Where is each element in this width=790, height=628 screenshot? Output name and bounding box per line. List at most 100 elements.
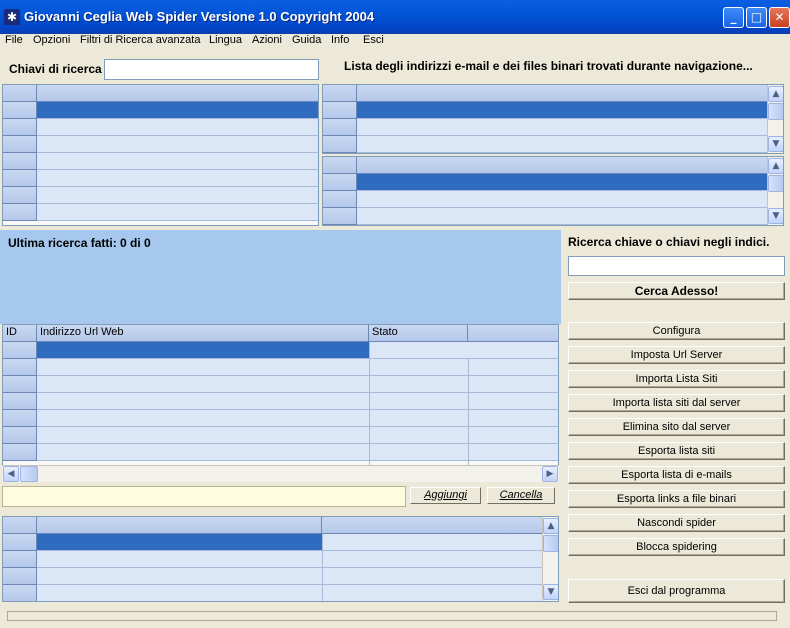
export-emails-button[interactable]: Esporta lista di e-mails: [568, 466, 785, 484]
table-row[interactable]: [369, 342, 558, 359]
table-cell[interactable]: [37, 534, 322, 551]
keys-grid[interactable]: [2, 84, 319, 226]
row-header[interactable]: [3, 342, 37, 359]
scroll-thumb[interactable]: [768, 175, 783, 192]
row-header[interactable]: [323, 174, 357, 191]
table-row[interactable]: [357, 208, 768, 225]
table-row[interactable]: [37, 551, 543, 568]
search-now-button[interactable]: Cerca Adesso!: [568, 282, 785, 300]
import-sites-button[interactable]: Importa Lista Siti: [568, 370, 785, 388]
scroll-right-icon[interactable]: ▶: [542, 466, 558, 482]
add-button[interactable]: Aggiungi: [410, 487, 481, 504]
table-row[interactable]: [37, 187, 318, 204]
table-row[interactable]: [357, 136, 768, 153]
table-row[interactable]: [37, 170, 318, 187]
scroll-thumb[interactable]: [768, 103, 783, 120]
delete-site-server-button[interactable]: Elimina sito dal server: [568, 418, 785, 436]
table-row[interactable]: [37, 393, 558, 410]
scroll-up-icon[interactable]: ▲: [768, 158, 783, 174]
row-header[interactable]: [3, 359, 37, 376]
row-header[interactable]: [3, 170, 37, 187]
column-header-stato[interactable]: Stato: [369, 325, 468, 342]
vertical-scrollbar[interactable]: ▲ ▼: [542, 517, 558, 601]
scroll-up-icon[interactable]: ▲: [543, 518, 558, 534]
import-sites-server-button[interactable]: Importa lista siti dal server: [568, 394, 785, 412]
table-row[interactable]: [37, 444, 558, 461]
menu-filtri[interactable]: Filtri di Ricerca avanzata: [80, 34, 200, 47]
table-row[interactable]: [357, 102, 768, 119]
column-header-extra[interactable]: [468, 325, 558, 342]
column-header[interactable]: [37, 517, 322, 534]
row-header[interactable]: [323, 119, 357, 136]
vertical-scrollbar[interactable]: ▲ ▼: [767, 85, 783, 153]
menu-opzioni[interactable]: Opzioni: [33, 34, 70, 47]
scroll-down-icon[interactable]: ▼: [768, 136, 783, 152]
row-header[interactable]: [3, 444, 37, 461]
results-grid[interactable]: ▲ ▼: [2, 516, 559, 602]
row-header[interactable]: [3, 568, 37, 585]
menu-info[interactable]: Info: [331, 34, 349, 47]
table-row[interactable]: [37, 204, 318, 221]
column-header-url[interactable]: Indirizzo Url Web: [37, 325, 369, 342]
row-header[interactable]: [3, 393, 37, 410]
table-row[interactable]: [357, 191, 768, 208]
table-row[interactable]: [37, 102, 318, 119]
row-header[interactable]: [3, 204, 37, 221]
export-binary-links-button[interactable]: Esporta links a file binari: [568, 490, 785, 508]
close-button[interactable]: ✕: [769, 7, 790, 28]
row-header[interactable]: [3, 119, 37, 136]
table-row[interactable]: [357, 174, 768, 191]
exit-program-button[interactable]: Esci dal programma: [568, 579, 785, 603]
menu-lingua[interactable]: Lingua: [209, 34, 242, 47]
table-row[interactable]: [37, 568, 543, 585]
hide-spider-button[interactable]: Nascondi spider: [568, 514, 785, 532]
search-keys-input[interactable]: [104, 59, 319, 80]
files-grid[interactable]: ▲ ▼: [322, 156, 784, 226]
configure-button[interactable]: Configura: [568, 322, 785, 340]
table-row[interactable]: [357, 119, 768, 136]
column-header[interactable]: [357, 85, 768, 102]
scroll-up-icon[interactable]: ▲: [768, 86, 783, 102]
column-header[interactable]: [357, 157, 768, 174]
menu-azioni[interactable]: Azioni: [252, 34, 282, 47]
export-sites-button[interactable]: Esporta lista siti: [568, 442, 785, 460]
table-row[interactable]: [37, 410, 558, 427]
row-header[interactable]: [323, 136, 357, 153]
table-row[interactable]: [37, 136, 318, 153]
horizontal-scrollbar[interactable]: ◀ ▶: [2, 465, 559, 482]
table-row[interactable]: [37, 119, 318, 136]
vertical-scrollbar[interactable]: ▲ ▼: [767, 157, 783, 225]
row-header[interactable]: [3, 102, 37, 119]
table-row[interactable]: [37, 359, 558, 376]
row-header[interactable]: [3, 534, 37, 551]
row-header[interactable]: [3, 410, 37, 427]
emails-grid[interactable]: ▲ ▼: [322, 84, 784, 154]
table-row[interactable]: [37, 153, 318, 170]
menu-esci[interactable]: Esci: [363, 34, 384, 47]
table-cell[interactable]: [322, 534, 543, 551]
column-header[interactable]: [37, 85, 318, 102]
minimize-button[interactable]: _: [723, 7, 744, 28]
column-header-id[interactable]: ID: [3, 325, 37, 342]
table-cell-url[interactable]: [37, 342, 369, 359]
set-url-server-button[interactable]: Imposta Url Server: [568, 346, 785, 364]
url-table[interactable]: ID Indirizzo Url Web Stato: [2, 324, 559, 465]
scroll-thumb[interactable]: [20, 466, 38, 482]
row-header[interactable]: [3, 187, 37, 204]
scroll-left-icon[interactable]: ◀: [3, 466, 19, 482]
row-header[interactable]: [3, 585, 37, 601]
spider-icon[interactable]: ✱: [4, 9, 20, 25]
row-header[interactable]: [3, 136, 37, 153]
row-header[interactable]: [3, 376, 37, 393]
scroll-down-icon[interactable]: ▼: [768, 208, 783, 224]
url-input[interactable]: [2, 486, 406, 507]
table-row[interactable]: [37, 376, 558, 393]
scroll-thumb[interactable]: [543, 535, 558, 552]
index-search-input[interactable]: [568, 256, 785, 276]
row-header[interactable]: [323, 102, 357, 119]
row-header[interactable]: [3, 153, 37, 170]
column-header[interactable]: [322, 517, 543, 534]
row-header[interactable]: [3, 551, 37, 568]
row-header[interactable]: [323, 191, 357, 208]
table-row[interactable]: [37, 585, 543, 601]
